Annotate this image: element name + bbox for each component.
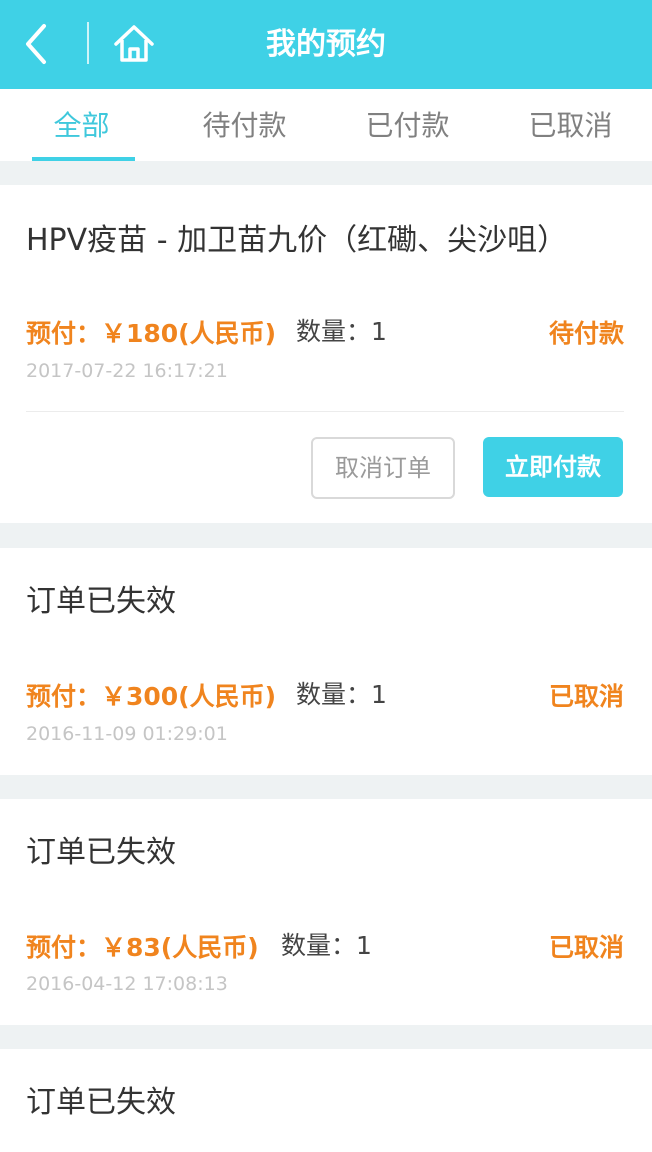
tab-paid[interactable]: 已付款 (326, 89, 489, 161)
home-icon (114, 25, 154, 62)
order-price: 预付：￥83(人民币) (26, 933, 259, 962)
order-time: 2016-04-12 17:08:13 (26, 973, 228, 995)
home-button[interactable] (108, 18, 160, 70)
order-card[interactable]: 订单已失效 (0, 1049, 652, 1152)
header-divider (87, 22, 89, 64)
order-title: 订单已失效 (26, 584, 176, 619)
order-card[interactable]: 订单已失效 预付：￥300(人民币) 数量：1 已取消 2016-11-09 0… (0, 548, 652, 775)
order-price: 预付：￥300(人民币) (26, 682, 277, 711)
active-tab-indicator (32, 157, 135, 161)
tab-all[interactable]: 全部 (0, 89, 163, 161)
order-time: 2016-11-09 01:29:01 (26, 723, 228, 745)
order-price: 预付：￥180(人民币) (26, 319, 277, 348)
back-button[interactable] (16, 18, 62, 70)
order-quantity: 数量：1 (281, 931, 372, 960)
order-title: 订单已失效 (26, 1085, 176, 1120)
header-bar: 我的预约 (0, 0, 652, 89)
order-title: HPV疫苗 - 加卫苗九价（红磡、尖沙咀） (26, 223, 568, 258)
chevron-left-icon (26, 24, 46, 64)
order-quantity: 数量：1 (296, 680, 387, 709)
pay-now-button[interactable]: 立即付款 (483, 437, 623, 497)
order-quantity: 数量：1 (296, 317, 387, 346)
order-status: 已取消 (548, 933, 624, 962)
order-status: 已取消 (548, 682, 624, 711)
order-title: 订单已失效 (26, 835, 176, 870)
order-time: 2017-07-22 16:17:21 (26, 360, 228, 382)
card-divider (26, 411, 624, 412)
tab-cancelled[interactable]: 已取消 (489, 89, 652, 161)
page-title: 我的预约 (266, 27, 386, 62)
cancel-order-button[interactable]: 取消订单 (311, 437, 455, 499)
tab-pending-payment[interactable]: 待付款 (163, 89, 326, 161)
order-card[interactable]: HPV疫苗 - 加卫苗九价（红磡、尖沙咀） 预付：￥180(人民币) 数量：1 … (0, 185, 652, 523)
tab-bar: 全部 待付款 已付款 已取消 (0, 89, 652, 161)
order-card[interactable]: 订单已失效 预付：￥83(人民币) 数量：1 已取消 2016-04-12 17… (0, 799, 652, 1025)
order-status: 待付款 (548, 319, 624, 348)
